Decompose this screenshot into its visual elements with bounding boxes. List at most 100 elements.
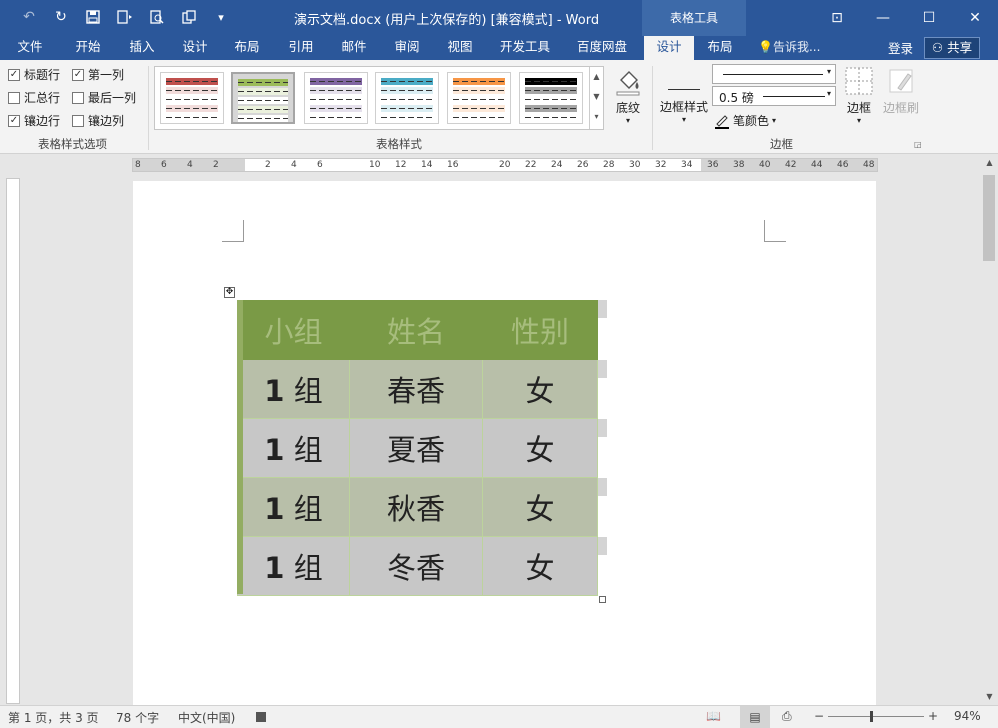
group-label-table-styles: 表格样式 bbox=[376, 137, 422, 151]
close-button[interactable]: ✕ bbox=[952, 0, 998, 36]
group-cell[interactable]: 1 组 bbox=[237, 359, 350, 419]
table-move-handle[interactable]: ✥ bbox=[224, 287, 235, 298]
header-cell[interactable]: 姓名 bbox=[349, 300, 483, 360]
gender-cell[interactable]: 女 bbox=[482, 418, 598, 478]
tell-me-box[interactable]: 💡告诉我... bbox=[758, 38, 820, 55]
name-cell[interactable]: 夏香 bbox=[349, 418, 483, 478]
table-resize-handle[interactable] bbox=[599, 596, 606, 603]
borders-button[interactable]: 边框 ▾ bbox=[842, 66, 876, 125]
tab-insert[interactable]: 插入 bbox=[120, 36, 164, 60]
name-cell[interactable]: 冬香 bbox=[349, 536, 483, 596]
zoom-slider-thumb[interactable] bbox=[870, 711, 873, 722]
checkbox-unchecked-icon bbox=[72, 114, 84, 127]
macro-record-icon[interactable] bbox=[256, 712, 266, 722]
ruler-tick-label: 46 bbox=[837, 160, 849, 170]
swatch-row bbox=[381, 114, 433, 121]
language[interactable]: 中文(中国) bbox=[178, 709, 235, 726]
document-table[interactable]: 小组 姓名 性别 1 组 春香 女 1 组 夏香 女 1 组 秋香 女 1 组 … bbox=[237, 300, 598, 596]
checkbox-label: 镶边列 bbox=[88, 114, 125, 128]
print-preview-icon[interactable] bbox=[146, 6, 168, 28]
tab-baidu-netdisk[interactable]: 百度网盘 bbox=[569, 36, 635, 60]
gender-cell[interactable]: 女 bbox=[482, 477, 598, 537]
ribbon-display-options-icon[interactable]: ⊡ bbox=[814, 0, 860, 36]
print-layout-icon[interactable] bbox=[114, 6, 136, 28]
zoom-slider-track[interactable] bbox=[828, 716, 924, 717]
table-style-swatch-orange[interactable] bbox=[447, 72, 511, 124]
group-cell[interactable]: 1 组 bbox=[237, 418, 350, 478]
name-cell[interactable]: 秋香 bbox=[349, 477, 483, 537]
redo-icon[interactable]: ↻ bbox=[50, 6, 72, 28]
tab-references[interactable]: 引用 bbox=[279, 36, 323, 60]
minimize-button[interactable]: — bbox=[860, 0, 906, 36]
table-style-swatch-green[interactable] bbox=[231, 72, 295, 124]
tab-review[interactable]: 审阅 bbox=[385, 36, 429, 60]
zoom-out-icon[interactable]: − bbox=[814, 709, 824, 723]
tab-file[interactable]: 文件 bbox=[8, 36, 52, 60]
swatch-row bbox=[310, 114, 362, 121]
borders-label: 边框 bbox=[846, 101, 871, 115]
share-button[interactable]: ⚇ 共享 bbox=[924, 37, 980, 59]
zoom-level[interactable]: 94% bbox=[954, 709, 981, 723]
line-style-dropdown[interactable]: ▾ bbox=[712, 64, 836, 84]
tab-mailings[interactable]: 邮件 bbox=[332, 36, 376, 60]
checkbox-banded-rows[interactable]: ✓ 镶边行 bbox=[8, 112, 60, 129]
tab-home[interactable]: 开始 bbox=[66, 36, 110, 60]
ruler-tick-label: 44 bbox=[811, 160, 823, 170]
undo-icon[interactable]: ↶ bbox=[18, 6, 40, 28]
checkbox-first-column[interactable]: ✓ 第一列 bbox=[72, 66, 124, 83]
tab-developer[interactable]: 开发工具 bbox=[494, 36, 556, 60]
tab-view[interactable]: 视图 bbox=[438, 36, 482, 60]
tab-table-design[interactable]: 设计 bbox=[644, 36, 694, 60]
customize-qat-icon[interactable]: ▾ bbox=[210, 6, 232, 28]
read-mode-icon[interactable]: 📖 bbox=[706, 709, 721, 723]
checkbox-banded-columns[interactable]: 镶边列 bbox=[72, 112, 124, 129]
zoom-in-icon[interactable]: + bbox=[928, 709, 938, 723]
tab-table-layout[interactable]: 布局 bbox=[698, 36, 742, 60]
compare-icon[interactable] bbox=[178, 6, 200, 28]
gallery-down-icon[interactable]: ▼ bbox=[590, 87, 603, 107]
pen-weight-dropdown[interactable]: 0.5 磅 ▾ bbox=[712, 86, 836, 106]
scroll-down-icon[interactable]: ▼ bbox=[981, 689, 998, 705]
print-layout-view-icon[interactable]: ▤ bbox=[740, 706, 770, 728]
page-count[interactable]: 第 1 页，共 3 页 bbox=[8, 709, 99, 726]
group-cell[interactable]: 1 组 bbox=[237, 477, 350, 537]
table-style-swatch-aqua[interactable] bbox=[375, 72, 439, 124]
header-cell[interactable]: 性别 bbox=[482, 300, 598, 360]
first-column-accent bbox=[237, 300, 243, 594]
checkbox-last-column[interactable]: 最后一列 bbox=[72, 89, 136, 106]
gallery-up-icon[interactable]: ▲ bbox=[590, 67, 603, 87]
horizontal-ruler[interactable]: 8 6 4 2 2 4 6 10 12 14 16 20 22 24 26 28 30 32 34 36 38 40 42 4… bbox=[132, 158, 878, 172]
vertical-scrollbar[interactable]: ▲ ▼ bbox=[981, 155, 998, 705]
vertical-ruler[interactable] bbox=[6, 178, 20, 704]
gender-cell[interactable]: 女 bbox=[482, 359, 598, 419]
tab-design[interactable]: 设计 bbox=[173, 36, 217, 60]
word-count[interactable]: 78 个字 bbox=[116, 709, 159, 726]
checkbox-total-row[interactable]: 汇总行 bbox=[8, 89, 60, 106]
ruler-tick-label: 36 bbox=[707, 160, 719, 170]
table-style-swatch-black[interactable] bbox=[519, 72, 583, 124]
scroll-thumb[interactable] bbox=[983, 175, 995, 261]
shading-button[interactable]: 底纹 ▾ bbox=[610, 66, 646, 125]
header-cell[interactable]: 小组 bbox=[237, 300, 350, 360]
checkbox-header-row[interactable]: ✓ 标题行 bbox=[8, 66, 60, 83]
web-layout-icon[interactable]: ⎙ bbox=[782, 709, 792, 724]
ruler-tick-label: 6 bbox=[317, 160, 323, 170]
maximize-button[interactable]: ☐ bbox=[906, 0, 952, 36]
gender-cell[interactable]: 女 bbox=[482, 536, 598, 596]
sign-in-link[interactable]: 登录 bbox=[888, 38, 913, 57]
gallery-more-icon[interactable]: ▾ bbox=[590, 107, 603, 127]
ruler-tick-label: 38 bbox=[733, 160, 745, 170]
swatch-row bbox=[525, 87, 577, 94]
scroll-up-icon[interactable]: ▲ bbox=[981, 155, 998, 171]
pen-color-button[interactable]: 笔颜色 ▾ bbox=[714, 112, 776, 129]
border-styles-button[interactable]: 边框样式 ▾ bbox=[658, 68, 710, 124]
dialog-launcher-icon[interactable]: ◲ bbox=[914, 140, 922, 149]
name-cell[interactable]: 春香 bbox=[349, 359, 483, 419]
document-page[interactable]: ✥ 小组 姓名 性别 1 组 春香 女 1 组 夏香 女 1 组 秋香 女 1 … bbox=[133, 181, 876, 705]
tab-layout[interactable]: 布局 bbox=[225, 36, 269, 60]
save-icon[interactable] bbox=[82, 6, 104, 28]
table-style-swatch-red[interactable] bbox=[160, 72, 224, 124]
group-cell[interactable]: 1 组 bbox=[237, 536, 350, 596]
border-painter-button[interactable]: 边框刷 bbox=[880, 66, 922, 116]
table-style-swatch-purple[interactable] bbox=[304, 72, 368, 124]
